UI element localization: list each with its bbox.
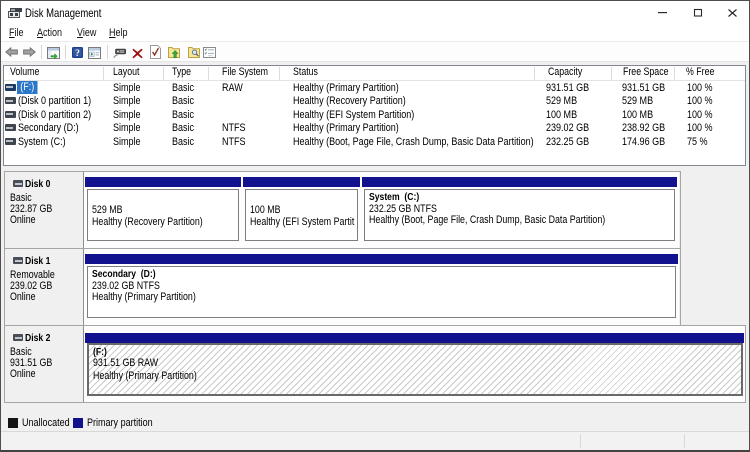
svg-text:?: ?: [75, 49, 80, 58]
